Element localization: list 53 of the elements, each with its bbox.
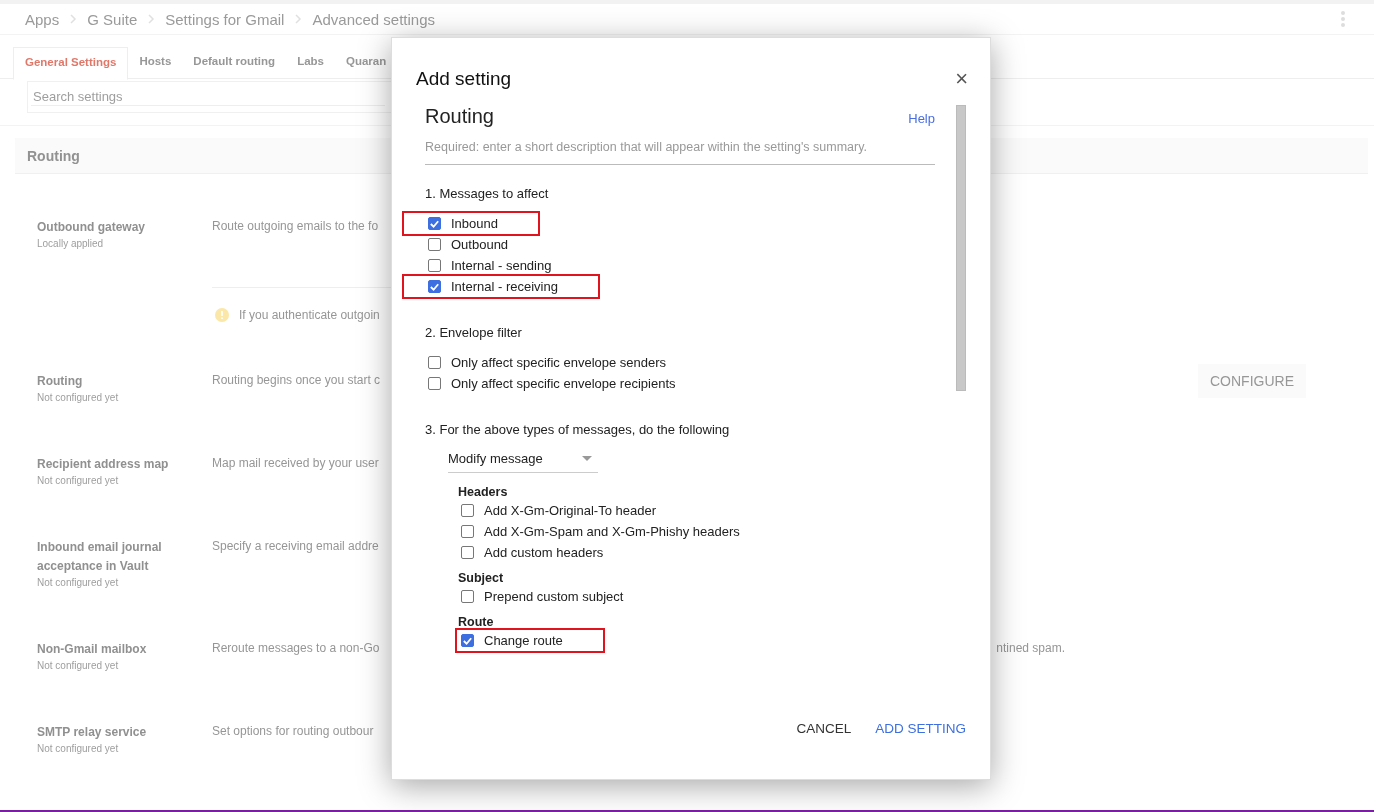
setting-status: Not configured yet xyxy=(37,659,120,673)
section-title: Routing xyxy=(27,147,80,164)
setting-description: Set options for routing outbour xyxy=(212,723,374,740)
checkbox[interactable] xyxy=(428,259,441,272)
group-title: Route xyxy=(458,615,495,629)
help-link[interactable]: Help xyxy=(908,111,935,126)
setting-description: Route outgoing emails to the fo xyxy=(212,218,380,235)
action-dropdown[interactable]: Modify message xyxy=(448,451,598,473)
warning-icon xyxy=(215,308,229,322)
setting-description: ntined spam. xyxy=(996,640,1065,657)
checkbox[interactable] xyxy=(461,590,474,603)
checkbox-option[interactable]: Internal - receiving xyxy=(402,274,600,299)
checkbox[interactable] xyxy=(428,217,441,230)
setting-status: Not configured yet xyxy=(37,474,120,488)
cancel-button[interactable]: CANCEL xyxy=(786,717,862,740)
add-setting-button[interactable]: ADD SETTING xyxy=(865,717,976,740)
step-title: 1. Messages to affect xyxy=(425,186,550,201)
warning-text: If you authenticate outgoin xyxy=(239,308,380,322)
setting-status: Not configured yet xyxy=(37,391,120,405)
checkbox[interactable] xyxy=(461,634,474,647)
setting-description: Reroute messages to a non-Go xyxy=(212,640,380,657)
checkbox[interactable] xyxy=(461,504,474,517)
checkbox[interactable] xyxy=(461,525,474,538)
setting-description: Map mail received by your user xyxy=(212,455,379,472)
group-title: Subject xyxy=(458,571,505,585)
setting-status: Not configured yet xyxy=(37,576,120,590)
setting-name: SMTP relay service xyxy=(37,724,148,741)
group-title: Headers xyxy=(458,485,509,499)
setting-status: Not configured yet xyxy=(37,742,120,756)
chevron-icon xyxy=(147,14,156,24)
checkbox-option[interactable]: Inbound xyxy=(402,211,540,236)
scrollbar[interactable] xyxy=(956,105,966,391)
caret-icon xyxy=(582,456,592,461)
setting-description: Routing begins once you start c xyxy=(212,372,381,389)
checkbox-option[interactable]: Change route xyxy=(455,628,605,653)
checkbox[interactable] xyxy=(428,356,441,369)
checkbox-option[interactable]: Prepend custom subject xyxy=(455,584,666,609)
checkbox[interactable] xyxy=(428,377,441,390)
setting-name: Non-Gmail mailbox xyxy=(37,641,148,658)
setting-description: Specify a receiving email addre xyxy=(212,538,379,555)
step-title: 2. Envelope filter xyxy=(425,325,523,340)
step-title: 3. For the above types of messages, do the following xyxy=(425,422,731,437)
setting-name: Outbound gateway xyxy=(37,219,146,236)
setting-name: Recipient address map xyxy=(37,456,170,473)
checkbox[interactable] xyxy=(428,238,441,251)
close-button[interactable]: × xyxy=(951,68,972,90)
checkbox[interactable] xyxy=(461,546,474,559)
setting-name: Inbound email journal acceptance in Vault xyxy=(37,539,163,575)
checkbox[interactable] xyxy=(428,280,441,293)
setting-name: Routing xyxy=(37,373,84,390)
chevron-icon xyxy=(69,14,78,24)
chevron-icon xyxy=(294,14,303,24)
setting-status: Locally applied xyxy=(37,237,105,251)
